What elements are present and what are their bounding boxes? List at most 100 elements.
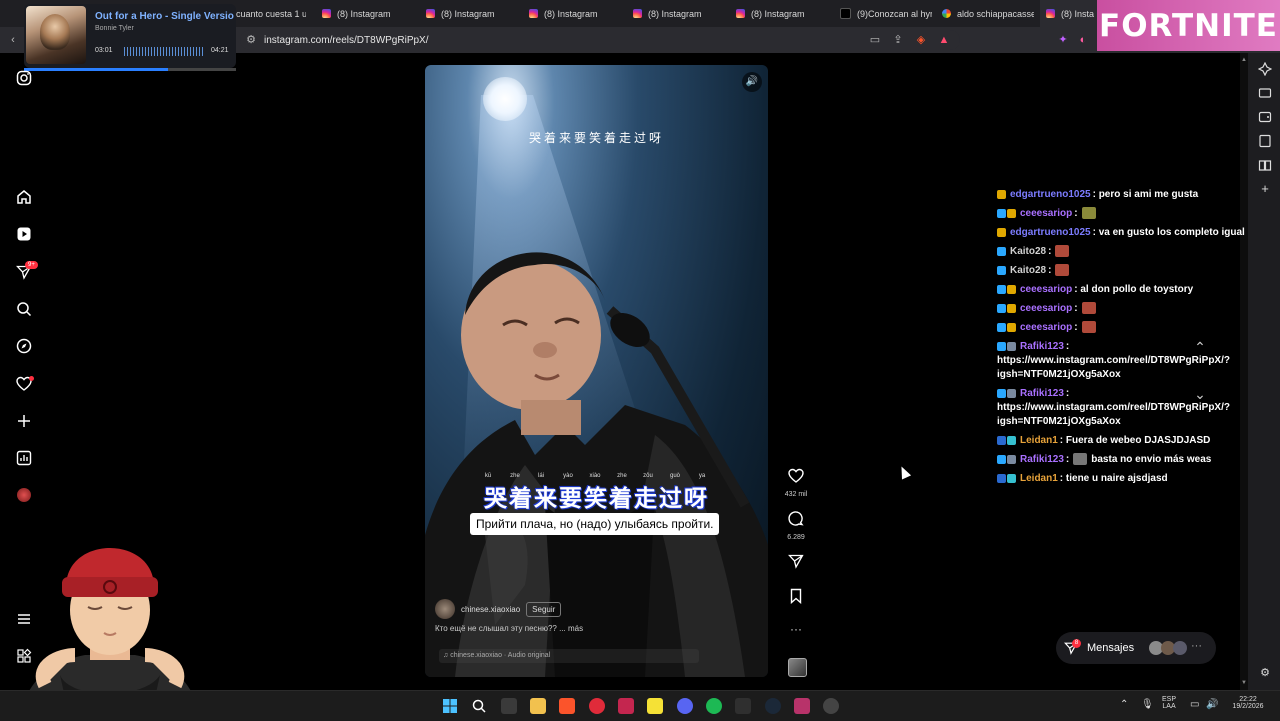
track-progress-bar[interactable] — [24, 68, 236, 71]
chat-username[interactable]: Rafiki123 — [1020, 454, 1064, 465]
tab-label: aldo schiappacasse — [957, 8, 1034, 19]
search-icon[interactable] — [15, 300, 33, 318]
scroll-down-icon[interactable]: ▼ — [1241, 680, 1247, 686]
extension-icon[interactable]: ◐ — [1076, 33, 1090, 47]
task-view-icon[interactable] — [501, 698, 517, 714]
comment-button[interactable]: 6.289 — [784, 511, 808, 541]
sidebar-settings-icon[interactable]: ⚙ — [1258, 666, 1272, 680]
brave-browser-icon[interactable] — [559, 698, 575, 714]
cast-icon[interactable]: ▭ — [868, 33, 882, 47]
audio-thumbnail[interactable] — [788, 658, 807, 677]
chat-username[interactable]: Rafiki123 — [1020, 388, 1064, 399]
brave-rewards-icon[interactable]: ▲ — [937, 33, 951, 47]
tab-label: (8) Instagram — [648, 8, 702, 19]
chat-username[interactable]: ceeesariop — [1020, 303, 1072, 314]
app-icon[interactable] — [794, 698, 810, 714]
share-icon[interactable]: ⇪ — [891, 33, 905, 47]
browser-tab[interactable]: (8) Instagram — [529, 0, 625, 27]
app-icon[interactable] — [618, 698, 634, 714]
save-button[interactable] — [784, 588, 808, 609]
chat-username[interactable]: ceeesariop — [1020, 322, 1072, 333]
windows-taskbar: ⌃ 🎙 ESP LAA ▭ 🔊 22:22 19/2/2026 — [0, 690, 1280, 721]
search-icon[interactable] — [471, 698, 487, 714]
wallet-icon[interactable] — [1258, 110, 1272, 124]
steam-icon[interactable] — [765, 698, 781, 714]
dashboard-icon[interactable] — [15, 449, 33, 467]
share-button[interactable] — [784, 553, 808, 574]
chat-text: : al don pollo de toystory — [1074, 284, 1194, 295]
bookmarks-icon[interactable] — [1258, 134, 1272, 148]
browser-tab[interactable]: cuanto cuesta 1 uf — [236, 0, 306, 27]
chat-badge-icon — [1007, 341, 1016, 351]
more-options-icon[interactable]: ··· — [784, 622, 808, 636]
messages-label: Mensajes — [1087, 642, 1135, 654]
media-player[interactable]: Out for a Hero - Single Versio Bonnie Ty… — [24, 4, 236, 71]
brave-shield-icon[interactable]: ◈ — [914, 33, 928, 47]
chat-username[interactable]: Kaito28 — [1010, 246, 1046, 257]
next-reel-button[interactable]: ⌄ — [1186, 380, 1214, 408]
create-plus-icon[interactable] — [15, 412, 33, 430]
messages-button[interactable]: 8 Mensajes ··· — [1056, 632, 1216, 664]
chat-badge-icon — [1007, 388, 1016, 398]
browser-tab[interactable]: (8) Instagram — [633, 0, 729, 27]
browser-tab[interactable]: aldo schiappacasse — [942, 0, 1034, 27]
reel-caption[interactable]: Кто ещё не слышал эту песню?? ... más — [435, 624, 583, 633]
follow-button[interactable]: Seguir — [526, 601, 562, 617]
browser-tab[interactable]: (8) Instagram — [322, 0, 418, 27]
chat-username[interactable]: Kaito28 — [1010, 265, 1046, 276]
chat-username[interactable]: ceeesariop — [1020, 284, 1072, 295]
network-icon[interactable]: ▭ — [1190, 699, 1199, 710]
volume-icon[interactable]: 🔊 — [1206, 699, 1218, 710]
language-indicator[interactable]: ESP LAA — [1162, 696, 1176, 710]
instagram-logo-icon[interactable] — [15, 69, 33, 87]
volume-icon[interactable]: 🔊 — [742, 72, 762, 92]
back-icon[interactable]: ‹ — [6, 33, 20, 47]
sticky-notes-icon[interactable] — [647, 698, 663, 714]
rewards-icon[interactable] — [1258, 86, 1272, 100]
tray-expand-icon[interactable]: ⌃ — [1120, 699, 1128, 710]
reel-video[interactable]: 哭着来要笑着走过呀 🔊 kū zhe lái yào xiào zhe zǒu … — [425, 65, 768, 677]
chat-username[interactable]: Rafiki123 — [1020, 341, 1064, 352]
chat-username[interactable]: Leidan1 — [1020, 473, 1058, 484]
browser-tab-active[interactable]: (8) Insta — [1040, 0, 1103, 27]
author-username[interactable]: chinese.xiaoxiao — [461, 605, 520, 614]
language-top: ESP — [1162, 696, 1177, 703]
home-icon[interactable] — [15, 188, 33, 206]
chat-username[interactable]: edgartrueno1025 — [1010, 189, 1091, 200]
scroll-up-icon[interactable]: ▲ — [1241, 57, 1247, 63]
chat-username[interactable]: ceeesariop — [1020, 208, 1072, 219]
reading-list-icon[interactable] — [1258, 158, 1272, 172]
browser-tab[interactable]: (9)Conozcan al hyra — [840, 0, 932, 27]
media-player-icon[interactable] — [589, 698, 605, 714]
mouse-cursor — [896, 464, 912, 480]
previous-reel-button[interactable]: ⌃ — [1186, 333, 1214, 361]
browser-tab[interactable]: (8) Instagram — [426, 0, 522, 27]
obs-icon[interactable] — [823, 698, 839, 714]
chat-username[interactable]: edgartrueno1025 — [1010, 227, 1091, 238]
chat-text: : — [1074, 322, 1078, 333]
explore-icon[interactable] — [15, 337, 33, 355]
spotify-icon[interactable] — [706, 698, 722, 714]
discord-icon[interactable] — [677, 698, 693, 714]
tab-label: (8) Instagram — [337, 8, 391, 19]
browser-tab[interactable]: (8) Instagram — [736, 0, 832, 27]
app-icon[interactable] — [735, 698, 751, 714]
url-field[interactable]: ⚙ instagram.com/reels/DT8WPgRiPpX/ — [240, 30, 960, 50]
chat-username[interactable]: Leidan1 — [1020, 435, 1058, 446]
author-avatar[interactable] — [435, 599, 455, 619]
extension-icon[interactable]: ✦ — [1056, 33, 1070, 47]
reels-icon[interactable] — [15, 225, 33, 243]
site-info-icon[interactable]: ⚙ — [244, 33, 258, 47]
language-bottom: LAA — [1162, 703, 1176, 710]
profile-avatar[interactable] — [15, 486, 33, 504]
leo-ai-icon[interactable] — [1257, 61, 1273, 77]
like-button[interactable]: 432 mil — [784, 468, 808, 498]
file-explorer-icon[interactable] — [530, 698, 546, 714]
clock[interactable]: 22:22 19/2/2026 — [1226, 696, 1270, 710]
main-lyric: 哭着来要笑着走过呀 — [484, 486, 709, 512]
audio-track-link[interactable]: ♫ chinese.xiaoxiao · Audio original — [439, 649, 699, 663]
clock-time: 22:22 — [1239, 696, 1257, 703]
windows-start-icon[interactable] — [442, 698, 458, 714]
microphone-icon[interactable]: 🎙 — [1141, 699, 1154, 710]
chat-badge-icon — [1007, 284, 1016, 294]
